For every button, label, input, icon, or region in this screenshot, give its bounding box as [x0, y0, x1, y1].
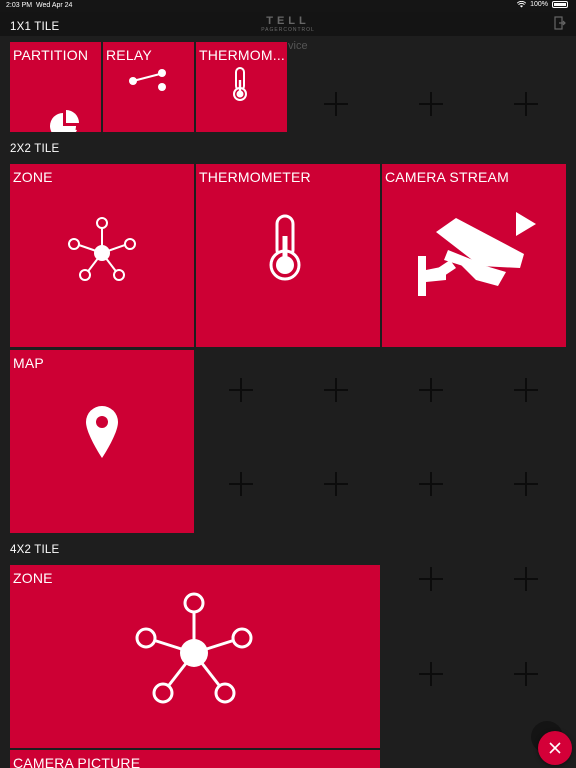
- wifi-icon: [517, 1, 527, 8]
- tile-thermometer-small[interactable]: THERMOM...: [196, 42, 287, 132]
- thermometer-icon: [233, 67, 247, 101]
- grid-slot-plus-icon[interactable]: [324, 472, 348, 496]
- tile-label: THERMOMETER: [199, 169, 311, 185]
- grid-slot-plus-icon[interactable]: [419, 567, 443, 591]
- tile-camera-picture[interactable]: CAMERA PICTURE: [10, 750, 380, 768]
- security-camera-icon: [418, 212, 536, 296]
- tile-zone[interactable]: ZONE: [10, 164, 194, 347]
- logo-top: TELL: [266, 15, 310, 27]
- grid-slot-plus-icon[interactable]: [419, 472, 443, 496]
- tile-relay[interactable]: RELAY: [103, 42, 194, 132]
- app-logo: TELL PAGERCONTROL: [258, 15, 318, 34]
- tile-map[interactable]: MAP: [10, 350, 194, 533]
- grid-slot-plus-icon[interactable]: [514, 92, 538, 116]
- thermometer-icon: [269, 214, 301, 281]
- close-fab-button[interactable]: [538, 731, 572, 765]
- close-icon: [549, 742, 561, 754]
- zone-network-icon: [135, 592, 253, 704]
- section-title-4x2: 4X2 TILE: [10, 544, 60, 556]
- tile-label: ZONE: [13, 570, 53, 586]
- section-title-2x2: 2X2 TILE: [10, 143, 60, 155]
- zone-network-icon: [68, 217, 136, 281]
- grid-slot-plus-icon[interactable]: [419, 378, 443, 402]
- tile-label: CAMERA STREAM: [385, 169, 509, 185]
- tile-partition[interactable]: PARTITION: [10, 42, 101, 132]
- grid-slot-plus-icon[interactable]: [514, 378, 538, 402]
- grid-slot-plus-icon[interactable]: [419, 662, 443, 686]
- grid-slot-plus-icon[interactable]: [229, 472, 253, 496]
- status-date: Wed Apr 24: [36, 2, 73, 9]
- grid-slot-plus-icon[interactable]: [229, 378, 253, 402]
- tile-camera-stream[interactable]: CAMERA STREAM: [382, 164, 566, 347]
- grid-slot-plus-icon[interactable]: [419, 92, 443, 116]
- tile-label: THERMOM...: [199, 47, 285, 63]
- grid-slot-plus-icon[interactable]: [324, 378, 348, 402]
- tile-label: CAMERA PICTURE: [13, 755, 141, 768]
- logout-icon[interactable]: [554, 16, 566, 30]
- map-pin-icon: [86, 406, 118, 458]
- tile-zone-large[interactable]: ZONE: [10, 565, 380, 748]
- tile-label: ZONE: [13, 169, 53, 185]
- tile-label: PARTITION: [13, 47, 89, 63]
- battery-percent: 100%: [530, 1, 548, 8]
- battery-icon: [552, 1, 568, 8]
- tile-label: MAP: [13, 355, 44, 371]
- status-bar: 2:03 PM Wed Apr 24 100%: [0, 0, 576, 12]
- grid-slot-plus-icon[interactable]: [324, 92, 348, 116]
- tile-thermometer[interactable]: THERMOMETER: [196, 164, 380, 347]
- background-text: vice: [288, 40, 308, 52]
- section-title-1x1: 1X1 TILE: [10, 21, 60, 33]
- pie-chart-icon: [50, 110, 79, 132]
- grid-slot-plus-icon[interactable]: [514, 472, 538, 496]
- grid-slot-plus-icon[interactable]: [514, 567, 538, 591]
- status-time: 2:03 PM: [6, 2, 33, 9]
- tile-label: RELAY: [106, 47, 152, 63]
- grid-slot-plus-icon[interactable]: [514, 662, 538, 686]
- logo-bottom: PAGERCONTROL: [261, 27, 315, 33]
- relay-icon: [129, 69, 166, 91]
